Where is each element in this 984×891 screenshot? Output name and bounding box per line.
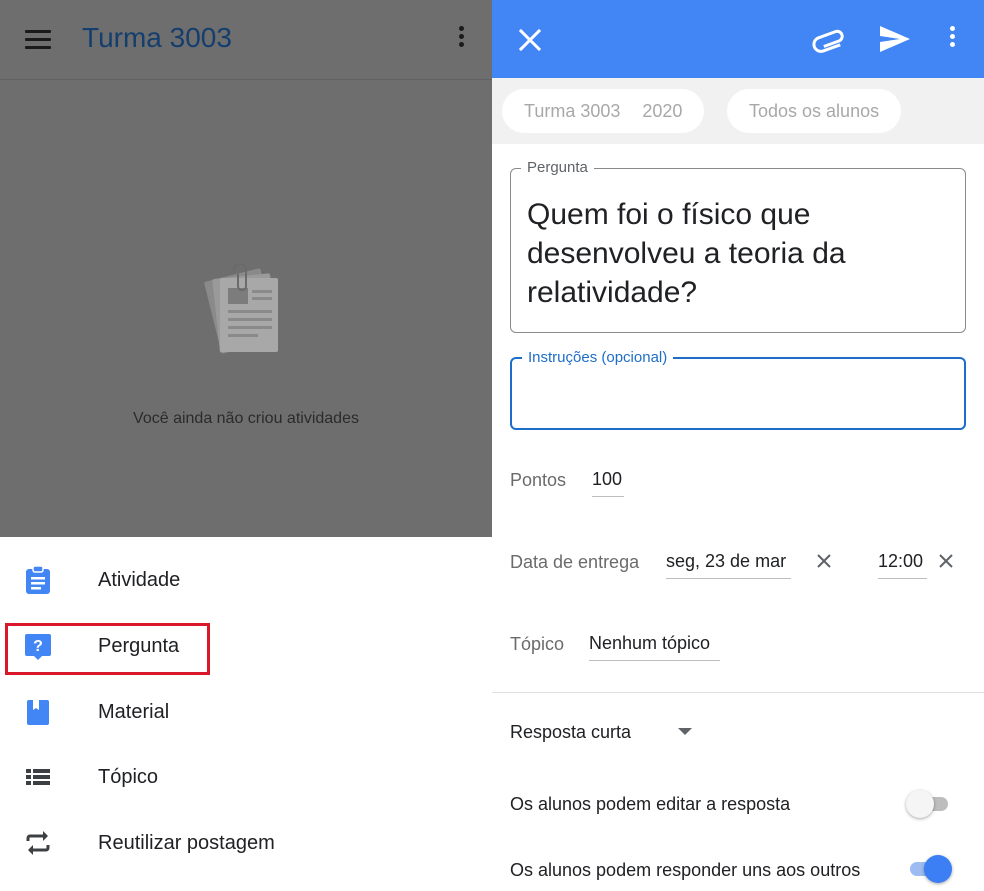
menu-label-material: Material: [98, 701, 170, 723]
material-book-icon: [27, 700, 49, 725]
stream-overlay: Turma 3003 Você ainda não criou atividad…: [0, 0, 492, 537]
due-time-input[interactable]: 12:00: [878, 551, 927, 579]
toggle-edit-answer[interactable]: [906, 790, 952, 818]
assignment-icon: [26, 565, 50, 594]
menu-item-atividade[interactable]: Atividade: [0, 549, 492, 613]
class-title: Turma 3003: [82, 22, 232, 53]
audience-chip[interactable]: Todos os alunos: [727, 89, 902, 133]
menu-label-pergunta: Pergunta: [98, 635, 180, 657]
topic-list-icon: [26, 769, 50, 785]
class-chip[interactable]: Turma 3003 2020: [502, 89, 705, 133]
question-app-bar: [492, 0, 984, 78]
toggle-label-reply-each-other: Os alunos podem responder uns aos outros: [510, 860, 861, 880]
question-text[interactable]: Quem foi o físico que desenvolveu a teor…: [527, 195, 949, 312]
clear-date-icon[interactable]: [815, 552, 833, 570]
empty-documents-icon: [204, 262, 278, 354]
dropdown-arrow-icon[interactable]: [678, 728, 692, 735]
menu-item-topico[interactable]: Tópico: [0, 746, 492, 810]
menu-label-atividade: Atividade: [98, 569, 181, 591]
svg-text:?: ?: [33, 638, 43, 655]
empty-state-message: Você ainda não criou atividades: [133, 410, 359, 427]
send-icon[interactable]: [878, 24, 912, 54]
toggle-label-edit-answer: Os alunos podem editar a resposta: [510, 794, 791, 814]
left-app-bar: Turma 3003: [0, 0, 492, 80]
question-legend: Pergunta: [521, 159, 594, 177]
left-panel: Turma 3003 Você ainda não criou atividad…: [0, 0, 492, 891]
more-vert-icon[interactable]: [944, 26, 960, 56]
clear-time-icon[interactable]: [937, 552, 955, 570]
divider: [492, 692, 984, 693]
class-chip-name: Turma 3003: [524, 101, 621, 121]
menu-item-reutilizar[interactable]: Reutilizar postagem: [0, 812, 492, 876]
toggle-reply-each-other[interactable]: [906, 855, 952, 883]
instructions-legend: Instruções (opcional): [522, 349, 674, 367]
points-input[interactable]: 100: [592, 469, 624, 497]
menu-item-material[interactable]: Material: [0, 681, 492, 745]
menu-icon[interactable]: [25, 30, 51, 50]
menu-label-reutilizar: Reutilizar postagem: [98, 832, 275, 854]
more-vert-icon[interactable]: [451, 26, 471, 56]
class-chip-year: 2020: [642, 101, 683, 121]
topic-label: Tópico: [510, 634, 565, 654]
topic-select[interactable]: Nenhum tópico: [589, 633, 720, 661]
due-date-label: Data de entrega: [510, 552, 640, 572]
answer-type-select[interactable]: Resposta curta: [510, 722, 631, 743]
instructions-field[interactable]: Instruções (opcional): [510, 349, 966, 430]
recipients-bar: Turma 3003 2020 Todos os alunos: [492, 78, 984, 144]
menu-label-topico: Tópico: [98, 766, 159, 788]
reuse-repeat-icon: [26, 831, 50, 855]
points-label: Pontos: [510, 470, 567, 490]
right-panel: Turma 3003 2020 Todos os alunos Pergunta …: [492, 0, 984, 891]
close-icon[interactable]: [516, 26, 544, 54]
question-icon: ?: [25, 634, 51, 660]
due-date-input[interactable]: seg, 23 de mar: [666, 551, 791, 579]
attach-icon[interactable]: [812, 26, 848, 54]
menu-item-pergunta[interactable]: ? Pergunta: [0, 615, 492, 679]
question-field[interactable]: Pergunta Quem foi o físico que desenvolv…: [510, 159, 966, 333]
